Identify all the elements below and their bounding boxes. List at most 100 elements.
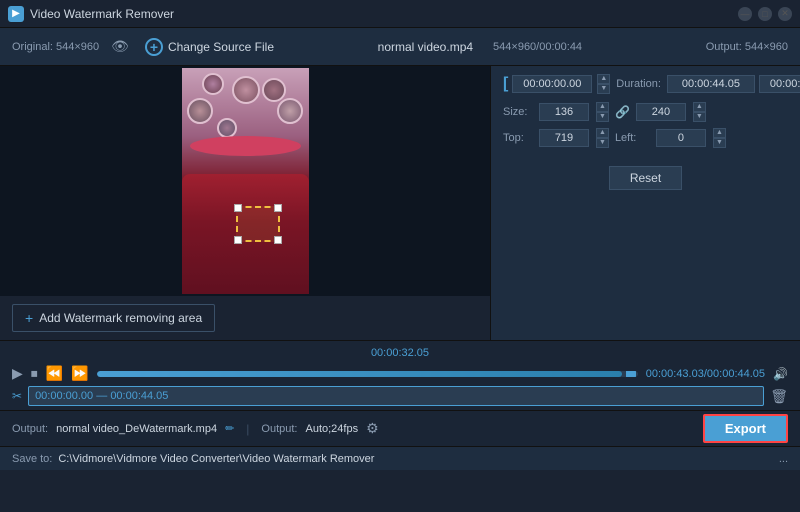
handle-bl[interactable] bbox=[234, 236, 242, 244]
change-source-button[interactable]: + Change Source File bbox=[145, 38, 274, 56]
spin-up[interactable]: ▲ bbox=[597, 74, 610, 84]
progress-bar[interactable] bbox=[97, 371, 638, 377]
footer: Output: normal video_DeWatermark.mp4 ✏ |… bbox=[0, 410, 800, 446]
spin-up-t[interactable]: ▲ bbox=[596, 128, 609, 138]
spin-up-l[interactable]: ▲ bbox=[713, 128, 726, 138]
save-label: Save to: bbox=[12, 453, 52, 465]
spin-up-w[interactable]: ▲ bbox=[596, 102, 609, 112]
titlebar: ▶ Video Watermark Remover — □ ✕ bbox=[0, 0, 800, 28]
spin-down-h[interactable]: ▼ bbox=[693, 112, 706, 122]
link-icon[interactable]: 🔗 bbox=[615, 105, 630, 119]
photo-circle-1 bbox=[232, 76, 260, 104]
browse-button[interactable]: ... bbox=[779, 453, 788, 465]
timeline: 00:00:32.05 ▶ ⏹ ⏪ ⏩ 00:00:43.03/00:00:44… bbox=[0, 340, 800, 410]
current-time: 00:00:43.03/00:00:44.05 bbox=[646, 368, 765, 380]
change-source-label: Change Source File bbox=[168, 40, 274, 54]
plus-circle-icon: + bbox=[145, 38, 163, 56]
video-preview bbox=[182, 68, 309, 294]
handle-tl[interactable] bbox=[234, 204, 242, 212]
clip-end: 00:00:44.05 bbox=[110, 390, 168, 402]
app-icon: ▶ bbox=[8, 6, 24, 22]
spin-down-l[interactable]: ▼ bbox=[713, 138, 726, 148]
handle-br[interactable] bbox=[274, 236, 282, 244]
time-start-spinner[interactable]: ▲ ▼ bbox=[597, 74, 610, 94]
main-content: + Add Watermark removing area [ ▲ ▼ Dura… bbox=[0, 66, 800, 340]
trash-icon[interactable]: 🗑 bbox=[770, 388, 788, 405]
add-watermark-label: Add Watermark removing area bbox=[39, 311, 202, 325]
left-label: Left: bbox=[615, 132, 650, 144]
add-watermark-button[interactable]: + Add Watermark removing area bbox=[12, 304, 215, 332]
output-settings-label: Output: bbox=[261, 423, 297, 435]
stop-button[interactable]: ⏹ bbox=[31, 365, 38, 382]
bracket-open: [ bbox=[503, 75, 508, 93]
top-input[interactable] bbox=[539, 129, 589, 147]
duration-input[interactable] bbox=[667, 75, 755, 93]
add-watermark-area: + Add Watermark removing area bbox=[0, 296, 490, 340]
time-end-input[interactable] bbox=[759, 75, 800, 93]
main-left: + Add Watermark removing area bbox=[0, 66, 490, 340]
clip-separator: — bbox=[93, 390, 110, 402]
left-input[interactable] bbox=[656, 129, 706, 147]
duration-label: Duration: bbox=[616, 78, 661, 90]
size-label: Size: bbox=[503, 106, 533, 118]
handle-tr[interactable] bbox=[274, 204, 282, 212]
left-spinner[interactable]: ▲ ▼ bbox=[713, 128, 726, 148]
height-spinner[interactable]: ▲ ▼ bbox=[693, 102, 706, 122]
height-input[interactable] bbox=[636, 103, 686, 121]
top-spinner[interactable]: ▲ ▼ bbox=[596, 128, 609, 148]
selection-box[interactable] bbox=[236, 206, 280, 242]
spin-down-t[interactable]: ▼ bbox=[596, 138, 609, 148]
top-label: Top: bbox=[503, 132, 533, 144]
topbar: Original: 544×960 👁 + Change Source File… bbox=[0, 28, 800, 66]
right-panel: [ ▲ ▼ Duration: ▲ ▼ ] Size: ▲ ▼ 🔗 bbox=[490, 66, 800, 340]
clip-row: ✂ 00:00:00.00 — 00:00:44.05 🗑 bbox=[12, 386, 788, 406]
video-background bbox=[182, 68, 309, 294]
timeline-time-above: 00:00:32.05 bbox=[12, 347, 788, 359]
play-button[interactable]: ▶ bbox=[12, 365, 23, 382]
width-input[interactable] bbox=[539, 103, 589, 121]
clip-range[interactable]: 00:00:00.00 — 00:00:44.05 bbox=[28, 386, 764, 406]
size-row: Size: ▲ ▼ 🔗 ▲ ▼ bbox=[503, 102, 788, 122]
width-spinner[interactable]: ▲ ▼ bbox=[596, 102, 609, 122]
window-controls[interactable]: — □ ✕ bbox=[738, 7, 792, 21]
time-start-input[interactable] bbox=[512, 75, 592, 93]
frame-back-button[interactable]: ⏪ bbox=[46, 365, 63, 382]
timeline-controls: ▶ ⏹ ⏪ ⏩ 00:00:43.03/00:00:44.05 🔊 bbox=[12, 365, 788, 382]
spin-down[interactable]: ▼ bbox=[597, 84, 610, 94]
photo-circle-2 bbox=[202, 73, 224, 95]
volume-icon[interactable]: 🔊 bbox=[773, 367, 788, 381]
minimize-button[interactable]: — bbox=[738, 7, 752, 21]
output-resolution: Output: 544×960 bbox=[706, 41, 788, 53]
scissors-icon: ✂ bbox=[12, 389, 22, 403]
position-row: Top: ▲ ▼ Left: ▲ ▼ bbox=[503, 128, 788, 148]
preview-wrapper bbox=[0, 66, 490, 296]
original-resolution: Original: 544×960 bbox=[12, 41, 99, 53]
maximize-button[interactable]: □ bbox=[758, 7, 772, 21]
photo-circle-5 bbox=[277, 98, 303, 124]
clip-start: 00:00:00.00 bbox=[35, 390, 93, 402]
spin-up-h[interactable]: ▲ bbox=[693, 102, 706, 112]
photo-circle-4 bbox=[187, 98, 213, 124]
cake-top bbox=[190, 136, 301, 156]
spin-down-w[interactable]: ▼ bbox=[596, 112, 609, 122]
output-format: Auto;24fps bbox=[305, 423, 358, 435]
video-info: 544×960/00:00:44 bbox=[493, 41, 582, 53]
frame-forward-button[interactable]: ⏩ bbox=[71, 365, 88, 382]
edit-icon[interactable]: ✏ bbox=[225, 422, 234, 435]
reset-button[interactable]: Reset bbox=[609, 166, 682, 190]
photo-circle-6 bbox=[217, 118, 237, 138]
progress-fill bbox=[97, 371, 622, 377]
export-button[interactable]: Export bbox=[703, 414, 788, 443]
close-button[interactable]: ✕ bbox=[778, 7, 792, 21]
output-label: Output: bbox=[12, 423, 48, 435]
progress-thumb[interactable] bbox=[626, 371, 636, 377]
video-filename: normal video.mp4 bbox=[378, 40, 473, 54]
savebar: Save to: C:\Vidmore\Vidmore Video Conver… bbox=[0, 446, 800, 470]
gear-icon[interactable]: ⚙ bbox=[366, 420, 379, 437]
app-title: Video Watermark Remover bbox=[30, 7, 174, 21]
photo-circle-3 bbox=[262, 78, 286, 102]
plus-icon: + bbox=[25, 310, 33, 326]
eye-icon[interactable]: 👁 bbox=[111, 38, 129, 55]
output-filename: normal video_DeWatermark.mp4 bbox=[56, 423, 217, 435]
time-row: [ ▲ ▼ Duration: ▲ ▼ ] bbox=[503, 74, 788, 94]
